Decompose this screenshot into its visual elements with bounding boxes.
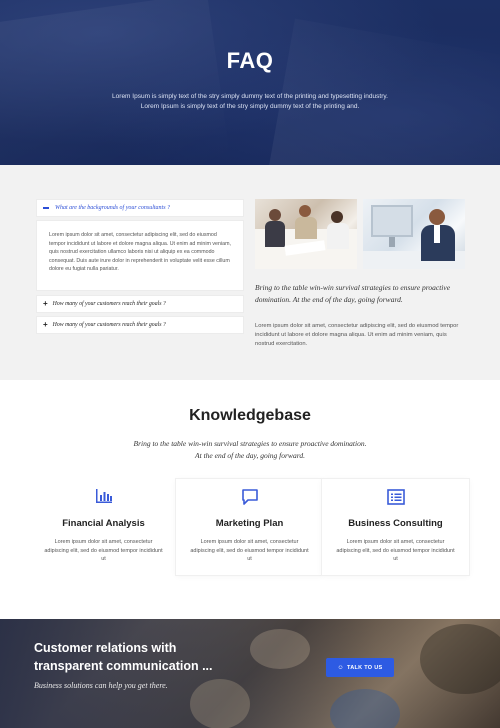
minus-icon xyxy=(43,207,49,209)
cta-title-line-1: Customer relations with xyxy=(34,641,177,655)
cta-title: Customer relations with transparent comm… xyxy=(34,640,264,675)
card-business-consulting[interactable]: Business Consulting Lorem ipsum dolor si… xyxy=(322,479,469,575)
faq-hero: FAQ Lorem Ipsum is simply text of the st… xyxy=(0,0,500,165)
faq-item-1-answer: Lorem ipsum dolor sit amet, consectetur … xyxy=(36,220,244,291)
faq-item-3-question: How many of your customers reach their g… xyxy=(52,322,166,328)
knowledgebase-subtitle-line-2: At the end of the day, going forward. xyxy=(195,451,305,460)
talk-to-us-button[interactable]: ☺ TALK TO US xyxy=(326,658,394,677)
businessman-computer-photo xyxy=(363,199,465,269)
faq-item-1-header[interactable]: What are the backgrounds of your consult… xyxy=(36,199,244,217)
card-title: Business Consulting xyxy=(348,518,443,529)
faq-quote: Bring to the table win-win survival stra… xyxy=(255,283,451,304)
talk-to-us-label: TALK TO US xyxy=(346,664,383,671)
plus-icon: + xyxy=(43,320,48,329)
cta-banner: Customer relations with transparent comm… xyxy=(0,619,500,728)
hero-subtitle-line-1: Lorem Ipsum is simply text of the stry s… xyxy=(112,93,388,100)
card-title: Financial Analysis xyxy=(62,518,145,529)
hero-subtitle: Lorem Ipsum is simply text of the stry s… xyxy=(100,92,400,111)
knowledgebase-subtitle-line-1: Bring to the table win-win survival stra… xyxy=(133,439,367,448)
faq-section: What are the backgrounds of your consult… xyxy=(0,165,500,380)
card-description: Lorem ipsum dolor sit amet, consectetur … xyxy=(44,539,163,562)
faq-item-3-header[interactable]: + How many of your customers reach their… xyxy=(36,316,244,334)
card-marketing-plan[interactable]: Marketing Plan Lorem ipsum dolor sit ame… xyxy=(176,479,323,575)
cta-title-line-2: transparent communication ... xyxy=(34,658,213,673)
chat-bubble-icon xyxy=(241,489,258,505)
chat-icon: ☺ xyxy=(337,664,344,671)
cta-subtitle: Business solutions can help you get ther… xyxy=(34,681,168,690)
faq-item-1-question: What are the backgrounds of your consult… xyxy=(55,205,171,211)
faq-item-2-question: How many of your customers reach their g… xyxy=(52,301,166,307)
card-title: Marketing Plan xyxy=(215,518,284,529)
card-description: Lorem ipsum dolor sit amet, consectetur … xyxy=(190,539,309,562)
card-description: Lorem ipsum dolor sit amet, consectetur … xyxy=(336,539,455,562)
faq-item-2-header[interactable]: + How many of your customers reach their… xyxy=(36,295,244,313)
knowledgebase-title: Knowledgebase xyxy=(189,407,311,424)
page-title: FAQ xyxy=(226,48,274,73)
hero-subtitle-line-2: Lorem Ipsum is simply text of the stry s… xyxy=(140,102,360,110)
plus-icon: + xyxy=(43,299,48,308)
faq-paragraph: Lorem ipsum dolor sit amet, consectetur … xyxy=(255,323,459,347)
knowledgebase-subtitle: Bring to the table win-win survival stra… xyxy=(110,438,390,462)
team-meeting-photo xyxy=(255,199,357,269)
bar-chart-icon xyxy=(95,489,112,503)
card-financial-analysis[interactable]: Financial Analysis Lorem ipsum dolor sit… xyxy=(30,479,177,575)
list-icon xyxy=(386,489,405,505)
